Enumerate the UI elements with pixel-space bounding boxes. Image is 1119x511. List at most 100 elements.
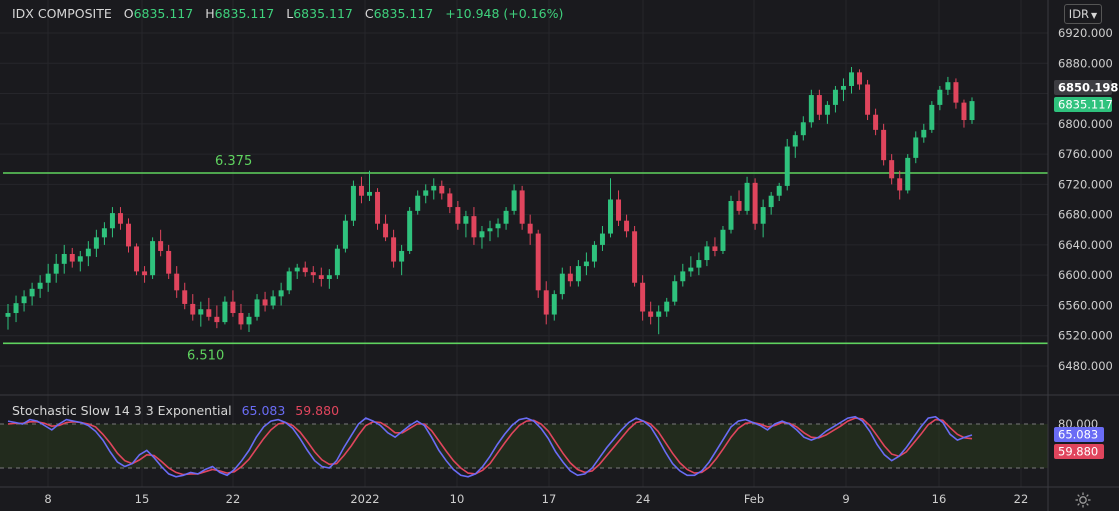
price-tick-label: 6600.000 xyxy=(1058,268,1113,282)
candle xyxy=(905,157,911,191)
candle xyxy=(150,241,156,276)
resistance-label: 6.375 xyxy=(215,154,252,169)
candle xyxy=(246,316,252,325)
candle xyxy=(431,185,437,191)
candle xyxy=(696,260,702,268)
price-tick-label: 6720.000 xyxy=(1058,177,1113,191)
chevron-down-icon: ▼ xyxy=(1091,11,1098,20)
candle xyxy=(206,309,212,317)
candle xyxy=(527,223,533,234)
candle xyxy=(61,253,67,264)
time-tick-label: 2022 xyxy=(350,492,379,506)
ref-price-label: 6850.198 xyxy=(1058,81,1118,95)
candle xyxy=(158,241,164,251)
price-tick-label: 6640.000 xyxy=(1058,238,1113,252)
candle xyxy=(752,182,758,224)
candle xyxy=(503,210,509,224)
candle xyxy=(632,231,638,283)
stochastic-title: Stochastic Slow 14 3 3 Exponential xyxy=(12,403,232,418)
candle xyxy=(142,271,148,276)
candle xyxy=(310,272,316,276)
candle xyxy=(519,190,525,224)
candle xyxy=(816,95,822,115)
price-tick-label: 6880.000 xyxy=(1058,56,1113,70)
candle xyxy=(616,199,622,221)
candle xyxy=(599,233,605,245)
price-tick-label: 6560.000 xyxy=(1058,298,1113,312)
candle xyxy=(383,223,389,238)
support-label: 6.510 xyxy=(187,348,224,363)
candle xyxy=(69,253,75,262)
stochastic-header[interactable]: Stochastic Slow 14 3 3 Exponential 65.08… xyxy=(12,403,339,418)
candle xyxy=(897,178,903,191)
candle xyxy=(961,102,967,121)
time-tick-label: 10 xyxy=(450,492,465,506)
candle xyxy=(808,95,814,123)
candle xyxy=(792,135,798,147)
candle xyxy=(399,250,405,262)
candle xyxy=(471,216,477,238)
candle xyxy=(391,237,397,262)
time-tick-label: 17 xyxy=(542,492,557,506)
candle xyxy=(85,248,91,257)
candle xyxy=(334,248,340,276)
open-value: 6835.117 xyxy=(133,6,194,21)
candle xyxy=(591,244,597,262)
candle xyxy=(575,266,581,282)
candle xyxy=(101,228,107,238)
stochastic-d-value: 59.880 xyxy=(295,403,340,418)
candle xyxy=(166,250,172,274)
candle xyxy=(37,282,43,289)
time-tick-label: 9 xyxy=(842,492,849,506)
candle xyxy=(624,220,630,232)
candle xyxy=(720,229,726,251)
candle xyxy=(455,207,461,224)
low-value: 6835.117 xyxy=(293,6,353,21)
candle xyxy=(302,267,308,273)
candle xyxy=(744,182,750,211)
candle xyxy=(463,216,469,224)
candle xyxy=(367,191,372,196)
candle xyxy=(230,301,236,314)
candle xyxy=(857,72,863,85)
candle xyxy=(784,146,790,186)
candle xyxy=(672,281,678,302)
candle xyxy=(736,201,742,211)
price-tick-label: 6680.000 xyxy=(1058,208,1113,222)
candle xyxy=(487,228,493,232)
last-price-label: 6835.117 xyxy=(1058,98,1113,112)
candle xyxy=(342,220,348,249)
candle xyxy=(840,85,846,90)
candle xyxy=(688,267,694,272)
candle xyxy=(270,296,276,306)
candle xyxy=(53,263,59,274)
candle xyxy=(174,273,180,291)
time-tick-label: 22 xyxy=(1014,492,1029,506)
currency-label: IDR xyxy=(1068,7,1090,21)
candle xyxy=(93,237,99,249)
candle xyxy=(535,233,541,291)
chart-canvas[interactable]: 6.375 6.510 6920.000 6880.000 6800.000 6760.… xyxy=(0,0,1119,511)
candle xyxy=(45,273,51,283)
candle xyxy=(117,213,123,224)
candle xyxy=(832,89,838,105)
candle xyxy=(350,185,356,221)
candle xyxy=(254,299,260,317)
candle xyxy=(278,290,284,297)
time-tick-label: 24 xyxy=(636,492,651,506)
candle xyxy=(511,190,517,211)
candle xyxy=(423,190,429,196)
symbol-name: IDX COMPOSITE xyxy=(12,6,112,21)
candle xyxy=(800,122,806,136)
time-tick-label: 22 xyxy=(226,492,241,506)
candle xyxy=(21,296,27,304)
candle xyxy=(29,288,35,297)
candle xyxy=(969,101,975,121)
candle xyxy=(439,185,445,194)
candle xyxy=(479,231,485,238)
candle xyxy=(929,104,935,130)
candle xyxy=(447,193,453,208)
currency-dropdown-button[interactable]: IDR ▼ xyxy=(1064,4,1102,24)
gear-icon[interactable] xyxy=(1074,491,1092,509)
candle xyxy=(921,129,927,138)
